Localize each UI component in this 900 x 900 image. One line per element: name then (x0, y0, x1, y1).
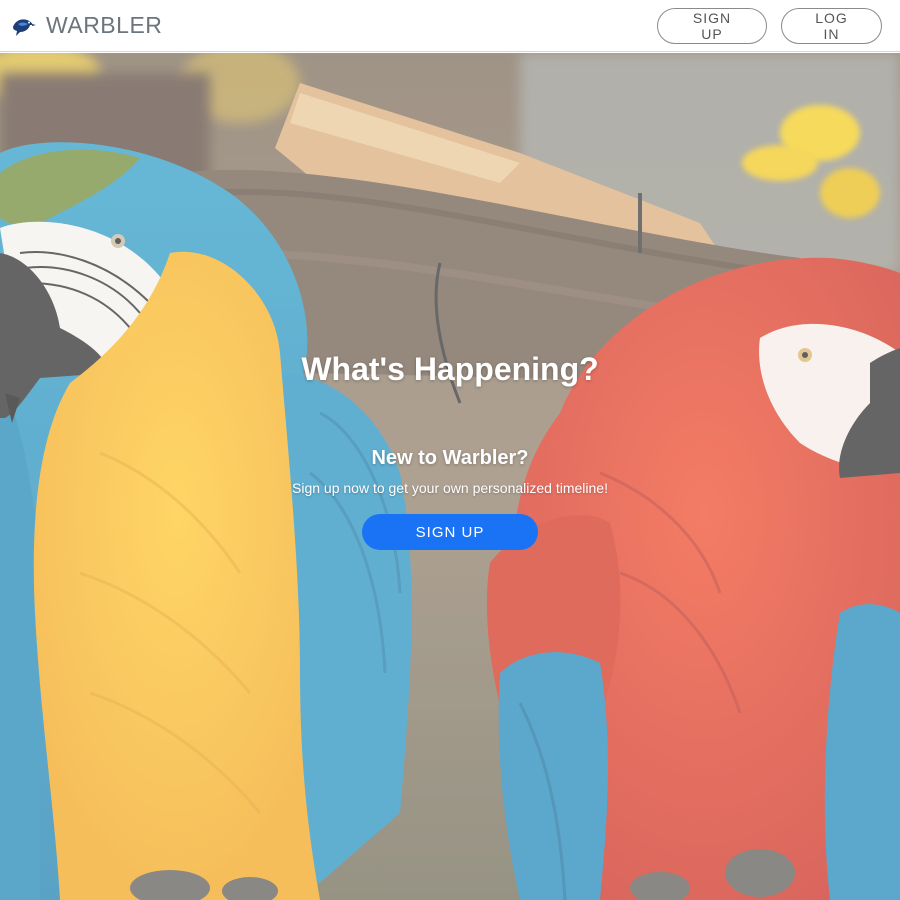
nav-signup-button[interactable]: SIGN UP (657, 7, 767, 44)
hero-section: What's Happening? New to Warbler? Sign u… (0, 53, 900, 900)
brand-name: WARBLER (46, 12, 163, 38)
navbar: WARBLER SIGN UP LOG IN (0, 0, 900, 52)
warbler-bird-icon (13, 18, 36, 36)
hero-title: What's Happening? (301, 351, 599, 387)
hero-description: Sign up now to get your own personalized… (292, 480, 608, 496)
nav-actions: SIGN UP LOG IN (657, 7, 882, 44)
hero-overlay (0, 53, 900, 900)
hero-signup-button[interactable]: SIGN UP (362, 514, 538, 550)
brand-link[interactable]: WARBLER (10, 12, 162, 39)
nav-login-button[interactable]: LOG IN (781, 7, 882, 44)
hero-subtitle: New to Warbler? (371, 447, 529, 469)
